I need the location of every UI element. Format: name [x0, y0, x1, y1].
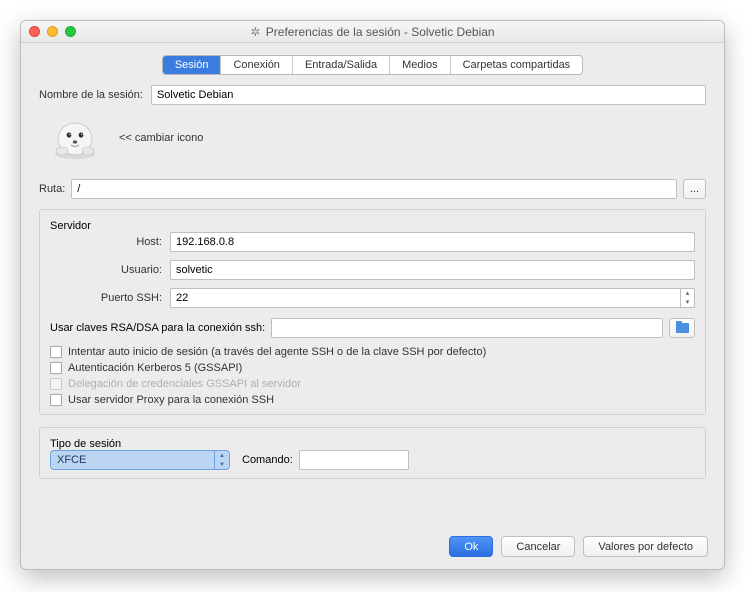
- session-type-value: XFCE: [57, 454, 86, 466]
- rsa-browse-button[interactable]: [669, 318, 695, 338]
- kerberos-label: Autenticación Kerberos 5 (GSSAPI): [68, 362, 242, 374]
- host-label: Host:: [50, 236, 170, 248]
- change-icon-label: << cambiar icono: [119, 132, 203, 144]
- tabs-container: Sesión Conexión Entrada/Salida Medios Ca…: [39, 55, 706, 75]
- rsa-key-label: Usar claves RSA/DSA para la conexión ssh…: [50, 322, 271, 334]
- autologin-label: Intentar auto inicio de sesión (a través…: [68, 346, 486, 358]
- ok-button[interactable]: Ok: [449, 536, 493, 557]
- user-input[interactable]: [170, 260, 695, 280]
- server-group: Servidor Host: Usuario: Puerto SSH: ▴▾ U…: [39, 209, 706, 415]
- seal-icon: [49, 115, 101, 161]
- command-input[interactable]: [299, 450, 409, 470]
- session-name-label: Nombre de la sesión:: [39, 89, 151, 101]
- ssh-port-label: Puerto SSH:: [50, 292, 170, 304]
- dialog-buttons: Ok Cancelar Valores por defecto: [449, 536, 708, 557]
- proxy-label: Usar servidor Proxy para la conexión SSH: [68, 394, 274, 406]
- host-input[interactable]: [170, 232, 695, 252]
- folder-icon: [676, 323, 689, 333]
- cancel-button[interactable]: Cancelar: [501, 536, 575, 557]
- tab-connection[interactable]: Conexión: [221, 56, 292, 74]
- gssapi-delegation-checkbox: [50, 378, 62, 390]
- gear-icon: ✲: [250, 25, 260, 39]
- session-icon[interactable]: [49, 115, 101, 161]
- path-browse-button[interactable]: ...: [683, 179, 706, 199]
- tab-shared-folders[interactable]: Carpetas compartidas: [451, 56, 583, 74]
- proxy-checkbox-row[interactable]: Usar servidor Proxy para la conexión SSH: [50, 394, 695, 406]
- user-label: Usuario:: [50, 264, 170, 276]
- proxy-checkbox[interactable]: [50, 394, 62, 406]
- server-legend: Servidor: [50, 220, 91, 232]
- autologin-checkbox-row[interactable]: Intentar auto inicio de sesión (a través…: [50, 346, 695, 358]
- chevron-updown-icon: ▲▼: [214, 450, 230, 470]
- titlebar: ✲ Preferencias de la sesión - Solvetic D…: [21, 21, 724, 43]
- ssh-port-stepper[interactable]: ▴▾: [681, 288, 695, 308]
- rsa-key-input[interactable]: [271, 318, 663, 338]
- path-label: Ruta:: [39, 183, 71, 195]
- defaults-button[interactable]: Valores por defecto: [583, 536, 708, 557]
- gssapi-delegation-checkbox-row: Delegación de credenciales GSSAPI al ser…: [50, 378, 695, 390]
- session-type-combo[interactable]: XFCE ▲▼: [50, 450, 230, 470]
- tab-io[interactable]: Entrada/Salida: [293, 56, 390, 74]
- ssh-port-input[interactable]: [170, 288, 681, 308]
- command-label: Comando:: [242, 454, 293, 466]
- preferences-window: ✲ Preferencias de la sesión - Solvetic D…: [20, 20, 725, 570]
- session-name-input[interactable]: [151, 85, 706, 105]
- window-title-text: Preferencias de la sesión - Solvetic Deb…: [266, 25, 495, 39]
- session-type-legend: Tipo de sesión: [50, 438, 121, 450]
- kerberos-checkbox[interactable]: [50, 362, 62, 374]
- window-title: ✲ Preferencias de la sesión - Solvetic D…: [21, 25, 724, 39]
- kerberos-checkbox-row[interactable]: Autenticación Kerberos 5 (GSSAPI): [50, 362, 695, 374]
- gssapi-delegation-label: Delegación de credenciales GSSAPI al ser…: [68, 378, 301, 390]
- tab-session[interactable]: Sesión: [163, 56, 222, 74]
- session-type-group: Tipo de sesión XFCE ▲▼ Comando:: [39, 427, 706, 479]
- tab-media[interactable]: Medios: [390, 56, 450, 74]
- path-input[interactable]: [71, 179, 677, 199]
- autologin-checkbox[interactable]: [50, 346, 62, 358]
